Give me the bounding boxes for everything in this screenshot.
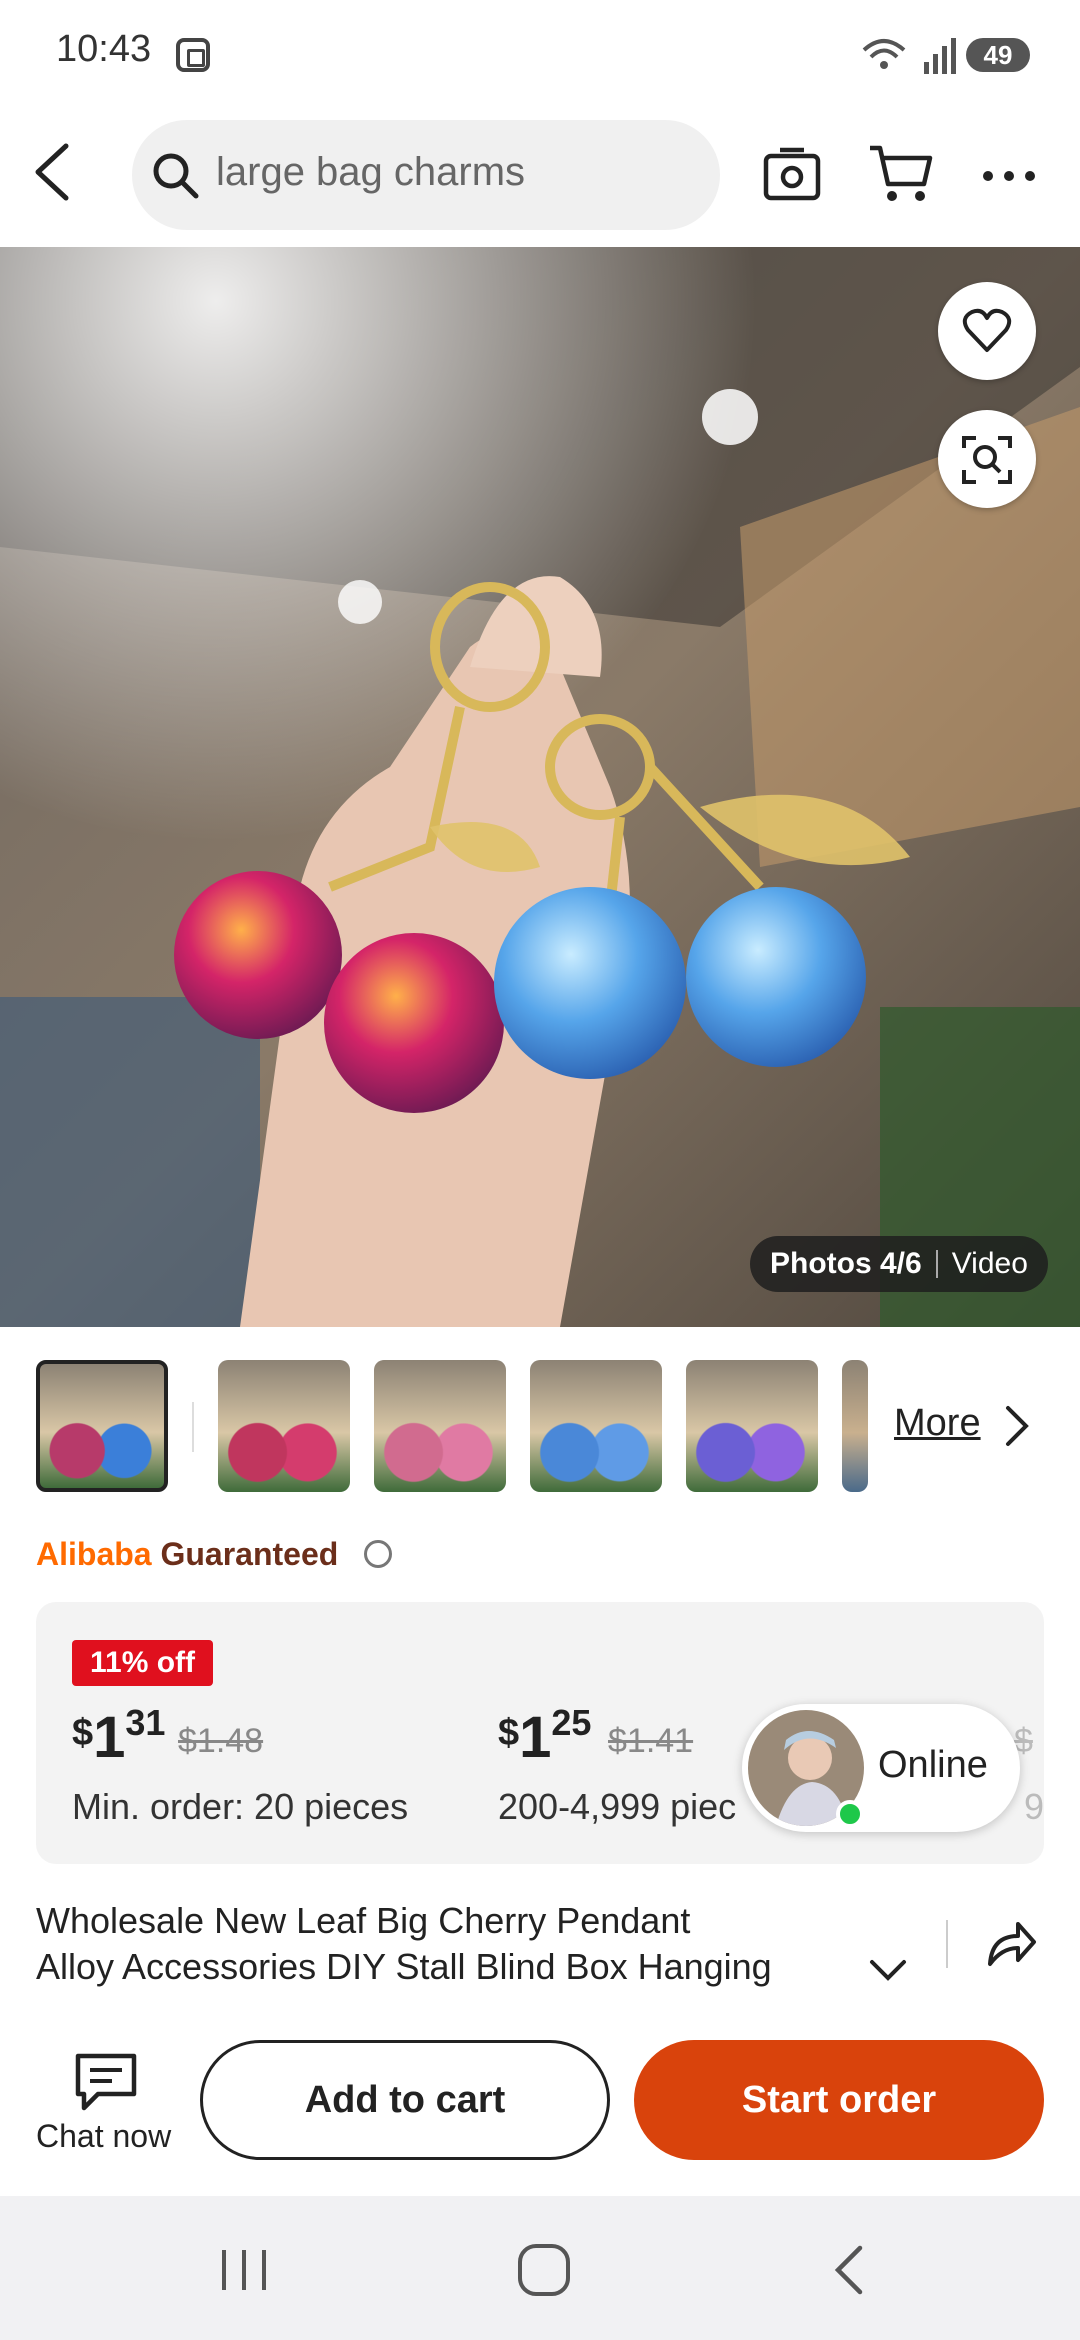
old-price-1: $1.48 (178, 1722, 264, 1760)
signal-icons (862, 38, 956, 74)
system-back-icon[interactable] (828, 2244, 868, 2296)
info-icon[interactable] (364, 1540, 392, 1568)
min-order-1: Min. order: 20 pieces (72, 1786, 409, 1827)
old-price-2: $1.41 (608, 1722, 694, 1760)
thumbnail-5[interactable] (686, 1360, 818, 1492)
status-time: 10:43 (56, 28, 152, 70)
discount-badge: 11% off (72, 1640, 214, 1686)
product-image (0, 247, 1080, 1327)
battery-indicator: 49 (966, 38, 1030, 72)
search-icon (153, 153, 199, 199)
chat-now-label[interactable]: Chat now (36, 2118, 171, 2155)
search-query[interactable]: large bag charms (216, 150, 525, 195)
thumb-divider (192, 1402, 194, 1452)
thumbnail-3[interactable] (374, 1360, 506, 1492)
share-icon[interactable] (986, 1918, 1038, 1968)
screen-record-icon (176, 38, 210, 72)
home-icon[interactable] (516, 2242, 572, 2298)
thumbnail-4[interactable] (530, 1360, 662, 1492)
chevron-down-icon[interactable] (868, 1956, 908, 1986)
product-photo[interactable] (0, 247, 1080, 1327)
price-tier-2: $125 (498, 1702, 591, 1771)
online-status-dot (836, 1800, 864, 1828)
camera-icon[interactable] (762, 144, 822, 204)
cart-icon[interactable] (868, 140, 934, 206)
photos-video-toggle[interactable]: Photos 4/6 Video (750, 1236, 1048, 1292)
product-title-line-2: Alloy Accessories DIY Stall Blind Box Ha… (36, 1946, 772, 1987)
back-arrow-icon[interactable] (30, 142, 80, 202)
system-nav-bar (0, 2196, 1080, 2340)
visual-search-button[interactable] (938, 410, 1036, 508)
price-cents: 31 (125, 1702, 166, 1743)
price-dollars: 1 (519, 1705, 552, 1770)
product-title-line-1: Wholesale New Leaf Big Cherry Pendant (36, 1900, 691, 1941)
online-label[interactable]: Online (878, 1744, 988, 1787)
thumbnail-6-partial[interactable] (842, 1360, 868, 1492)
guarantee-brand: Alibaba (36, 1536, 152, 1572)
start-order-button[interactable]: Start order (634, 2040, 1044, 2160)
recent-apps-icon[interactable] (216, 2246, 272, 2294)
guarantee-text: Guaranteed (160, 1536, 339, 1572)
visual-search-icon (962, 436, 1012, 484)
video-tab[interactable]: Video (952, 1247, 1028, 1281)
heart-icon (962, 308, 1012, 352)
thumbnail-2[interactable] (218, 1360, 350, 1492)
min-order-3: 9 (1024, 1786, 1045, 1827)
add-to-cart-button[interactable]: Add to cart (200, 2040, 610, 2160)
more-icon[interactable] (980, 164, 1040, 188)
favorite-button[interactable] (938, 282, 1036, 380)
price-dollars: 1 (93, 1705, 126, 1770)
thumbnail-1[interactable] (36, 1360, 168, 1492)
min-order-2: 200-4,999 piec (498, 1786, 737, 1827)
price-cents: 25 (551, 1702, 592, 1743)
alibaba-guaranteed-label: Alibaba Guaranteed (36, 1536, 338, 1573)
divider (946, 1920, 948, 1968)
currency: $ (72, 1712, 94, 1754)
status-bar: 10:43 49 (0, 0, 1080, 110)
more-photos-link[interactable]: More (894, 1402, 981, 1445)
photos-tab[interactable]: Photos 4/6 (770, 1247, 922, 1281)
chevron-right-icon[interactable] (1002, 1404, 1032, 1448)
currency: $ (498, 1712, 520, 1754)
chat-icon (75, 2053, 137, 2111)
price-tier-1: $131 (72, 1702, 165, 1771)
divider (935, 1250, 938, 1278)
